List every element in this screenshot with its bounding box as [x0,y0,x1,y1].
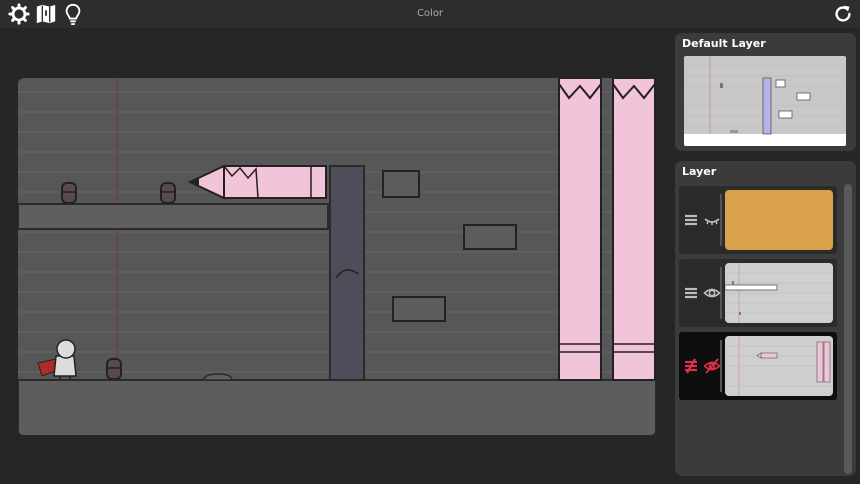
player-character [37,339,77,380]
layer-thumbnail[interactable] [725,190,833,250]
level-minimap [684,56,846,146]
layer-scrollbar[interactable] [844,184,852,474]
eye-icon[interactable] [703,284,721,302]
menu-icon[interactable] [682,211,700,229]
page-title: Color [416,8,444,19]
ground-bump [203,373,233,381]
eraser-collectible [160,182,176,204]
layer-row[interactable] [679,186,837,254]
layer-row[interactable] [679,259,837,327]
menu-icon[interactable] [682,284,700,302]
pencil-horizontal [187,164,327,200]
eye-closed-icon[interactable] [703,211,721,229]
game-viewport[interactable] [18,78,656,435]
pencil-vertical [558,78,602,381]
eraser-collectible [106,358,122,380]
default-layer-title: Default Layer [682,37,766,50]
upper-ledge [18,203,329,230]
ground-platform [18,379,656,435]
layer-panel-title: Layer [682,165,717,178]
floating-block [392,296,446,322]
top-bar: Color [0,0,860,28]
restart-icon[interactable] [832,3,854,25]
layer-thumbnail[interactable] [725,263,833,323]
floating-block [382,170,420,198]
layer-row-selected[interactable] [679,332,837,400]
eraser-collectible [61,182,77,204]
eye-off-icon[interactable] [703,357,721,375]
pencil-vertical [612,78,656,381]
layer-thumbnail[interactable] [725,336,833,396]
purple-wall [329,165,365,381]
floating-block [463,224,517,250]
no-reorder-icon[interactable] [682,357,700,375]
